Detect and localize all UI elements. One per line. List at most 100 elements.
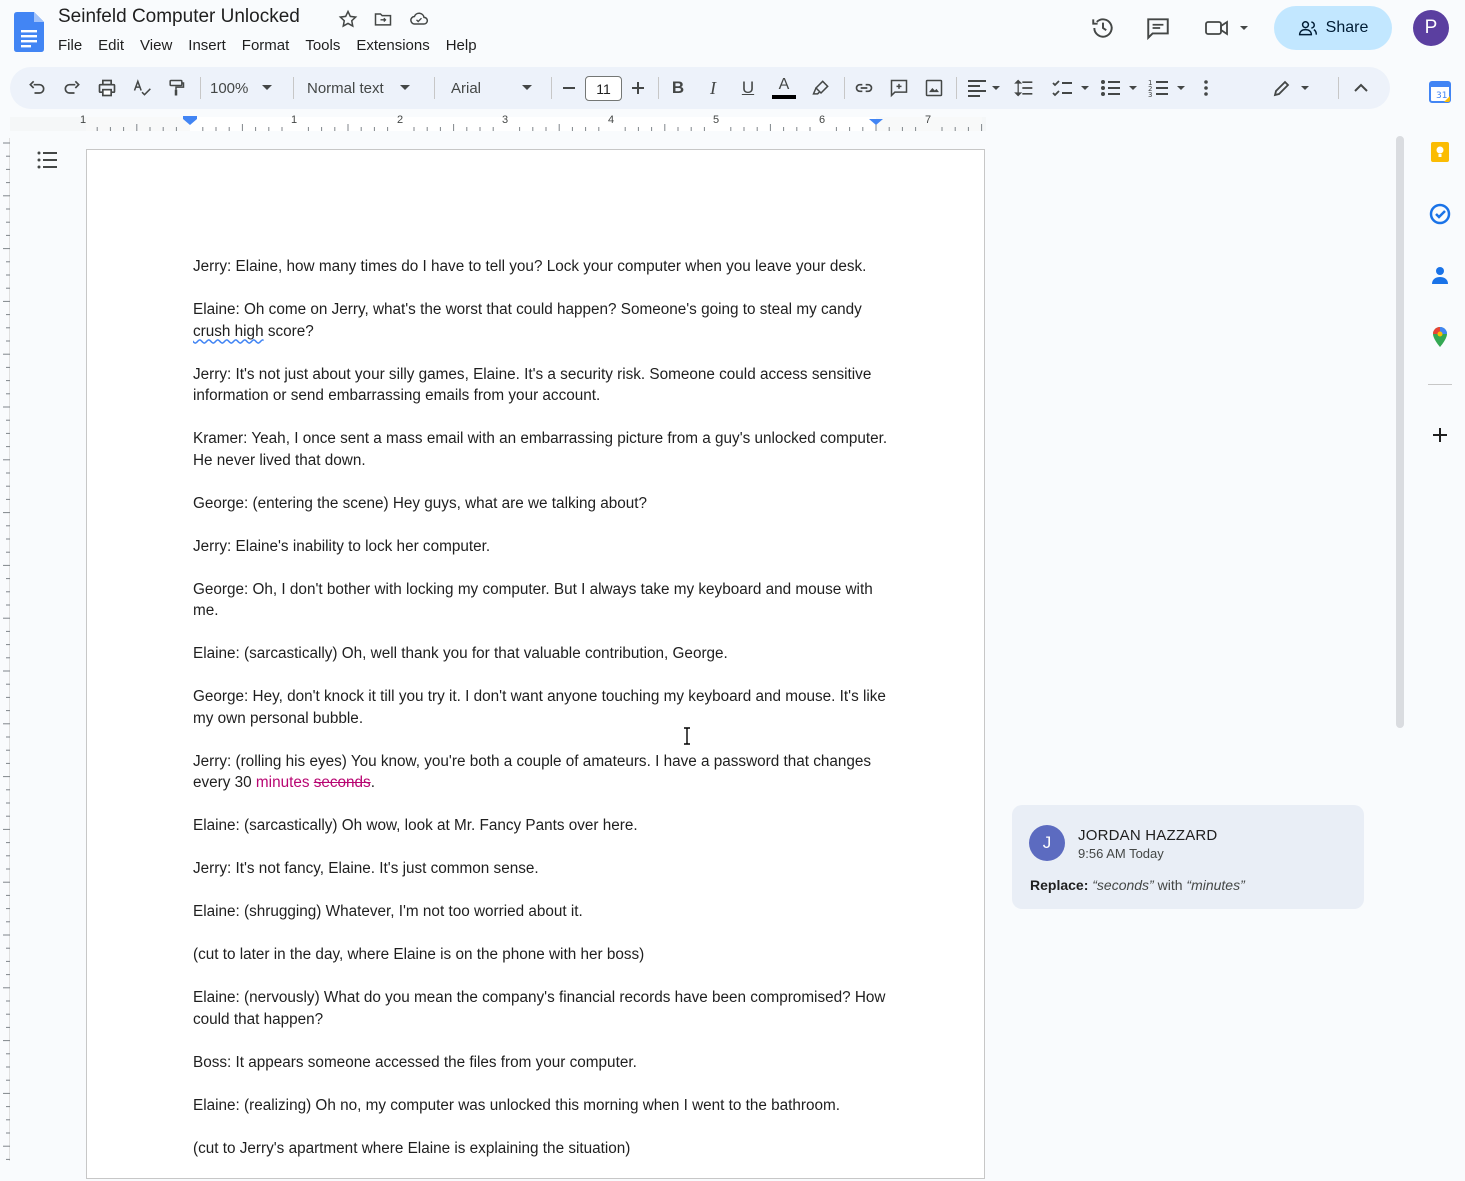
move-folder-icon[interactable] (373, 9, 393, 29)
ruler-label: 6 (819, 114, 826, 126)
paragraph[interactable]: Elaine: (nervously) What do you mean the… (193, 987, 893, 1030)
suggested-insertion[interactable]: minutes (256, 774, 310, 791)
paragraph-style-select[interactable]: Normal text (307, 76, 419, 100)
line-spacing-icon[interactable] (1013, 76, 1035, 100)
zoom-select[interactable]: 100% (210, 76, 280, 100)
document-body[interactable]: Jerry: Elaine, how many times do I have … (193, 256, 893, 1181)
paint-format-icon[interactable] (165, 76, 187, 100)
undo-icon[interactable] (26, 76, 48, 100)
vertical-scrollbar[interactable] (1394, 136, 1406, 728)
toolbar-divider (844, 77, 845, 99)
paragraph[interactable]: Jerry: It's not fancy, Elaine. It's just… (193, 858, 893, 880)
checklist-icon[interactable] (1050, 76, 1100, 100)
menu-bar: File Edit View Insert Format Tools Exten… (50, 36, 485, 55)
formatting-toolbar: 100% Normal text Arial B I U A 1 2 3 (10, 67, 1390, 109)
italic-icon[interactable]: I (702, 76, 724, 100)
share-button[interactable]: Share (1274, 6, 1392, 50)
commenter-avatar: J (1029, 825, 1065, 861)
document-page[interactable]: Jerry: Elaine, how many times do I have … (86, 149, 985, 1179)
side-panel: 31 (1412, 64, 1465, 1161)
star-icon[interactable] (338, 9, 358, 29)
maps-icon[interactable] (1428, 325, 1452, 349)
keep-icon[interactable] (1428, 140, 1452, 164)
docs-logo-icon[interactable] (14, 12, 44, 52)
horizontal-ruler: 1 1 2 3 4 5 6 7 (10, 114, 1390, 132)
more-options-icon[interactable] (1196, 76, 1216, 100)
paragraph[interactable]: Jerry: Elaine's inability to lock her co… (193, 536, 893, 558)
menu-tools[interactable]: Tools (297, 36, 348, 55)
menu-view[interactable]: View (132, 36, 180, 55)
paragraph[interactable]: Boss: It appears someone accessed the fi… (193, 1052, 893, 1074)
paragraph[interactable]: Elaine: (sarcastically) Oh wow, look at … (193, 815, 893, 837)
paragraph[interactable]: Jerry: It's not just about your silly ga… (193, 364, 893, 407)
comments-icon[interactable] (1144, 14, 1172, 42)
suggestion-card[interactable]: J JORDAN HAZZARD 9:56 AM Today Replace: … (1012, 805, 1364, 909)
bold-icon[interactable]: B (667, 76, 689, 100)
share-label: Share (1325, 19, 1369, 36)
chevron-up-icon[interactable] (1350, 76, 1372, 100)
svg-text:3: 3 (1148, 91, 1152, 98)
toolbar-divider (658, 77, 659, 99)
font-family-select[interactable]: Arial (451, 76, 536, 100)
add-addon-icon[interactable] (1428, 423, 1452, 447)
text-run: Elaine: Oh come on Jerry, what's the wor… (193, 301, 862, 318)
spellcheck-icon[interactable] (131, 76, 153, 100)
redo-icon[interactable] (61, 76, 83, 100)
spelling-squiggle[interactable]: crush high (193, 323, 264, 340)
document-title[interactable]: Seinfeld Computer Unlocked (58, 6, 300, 28)
text-color-icon[interactable]: A (771, 76, 797, 100)
paragraph[interactable]: George: (entering the scene) Hey guys, w… (193, 493, 893, 515)
document-outline-icon[interactable] (35, 148, 59, 172)
ruler-label: 1 (80, 114, 87, 126)
align-select-icon[interactable] (966, 76, 1002, 100)
meet-video-icon[interactable] (1202, 14, 1252, 42)
paragraph[interactable]: (cut to Jerry's apartment where Elaine i… (193, 1138, 893, 1160)
account-avatar[interactable]: P (1413, 10, 1449, 46)
contacts-icon[interactable] (1428, 263, 1452, 287)
menu-insert[interactable]: Insert (180, 36, 234, 55)
font-family-value: Arial (451, 79, 482, 97)
paragraph[interactable]: Elaine: (shrugging) Whatever, I'm not to… (193, 901, 893, 923)
menu-format[interactable]: Format (234, 36, 298, 55)
ruler-label: 2 (397, 114, 404, 126)
paragraph[interactable]: George: Oh, I don't bother with locking … (193, 579, 893, 622)
version-history-icon[interactable] (1089, 14, 1117, 42)
numbered-list-icon[interactable]: 123 (1146, 76, 1196, 100)
decrease-font-size-icon[interactable] (558, 76, 580, 100)
underline-icon[interactable]: U (737, 76, 759, 100)
toolbar-divider (293, 77, 294, 99)
highlight-color-icon[interactable] (810, 76, 832, 100)
paragraph[interactable]: Jerry: (rolling his eyes) You know, you'… (193, 751, 893, 794)
paragraph[interactable]: George: Hey, don't knock it till you try… (193, 686, 893, 729)
editing-mode-icon[interactable] (1272, 76, 1314, 100)
title-bar: Seinfeld Computer Unlocked File Edit Vie… (0, 0, 1465, 64)
paragraph[interactable]: Jerry: Elaine, how many times do I have … (193, 256, 893, 278)
insert-link-icon[interactable] (853, 76, 875, 100)
scrollbar-thumb[interactable] (1396, 136, 1404, 728)
toolbar-divider (551, 77, 552, 99)
paragraph[interactable]: Elaine: Oh come on Jerry, what's the wor… (193, 299, 893, 342)
chevron-down-icon (522, 85, 533, 90)
menu-extensions[interactable]: Extensions (348, 36, 437, 55)
increase-font-size-icon[interactable] (627, 76, 649, 100)
font-size-input[interactable]: 11 (585, 76, 622, 101)
cloud-saved-icon[interactable] (408, 9, 428, 29)
paragraph[interactable]: (cut to later in the day, where Elaine i… (193, 944, 893, 966)
paragraph[interactable]: Elaine: (realizing) Oh no, my computer w… (193, 1095, 893, 1117)
add-comment-icon[interactable] (888, 76, 910, 100)
menu-help[interactable]: Help (438, 36, 485, 55)
comment-timestamp: 9:56 AM Today (1078, 846, 1164, 861)
suggestion-with: with (1153, 877, 1187, 893)
suggested-deletion[interactable]: seconds (314, 774, 371, 791)
paragraph[interactable]: Elaine: (sarcastically) Oh, well thank y… (193, 643, 893, 665)
menu-file[interactable]: File (50, 36, 90, 55)
paragraph[interactable]: Kramer: Yeah, I once sent a mass email w… (193, 428, 893, 471)
calendar-icon[interactable]: 31 (1428, 80, 1452, 104)
insert-image-icon[interactable] (923, 76, 945, 100)
bulleted-list-icon[interactable] (1098, 76, 1148, 100)
menu-edit[interactable]: Edit (90, 36, 132, 55)
tasks-icon[interactable] (1428, 202, 1452, 226)
text-run: . (370, 774, 375, 791)
ruler-label: 4 (608, 114, 615, 126)
print-icon[interactable] (96, 76, 118, 100)
